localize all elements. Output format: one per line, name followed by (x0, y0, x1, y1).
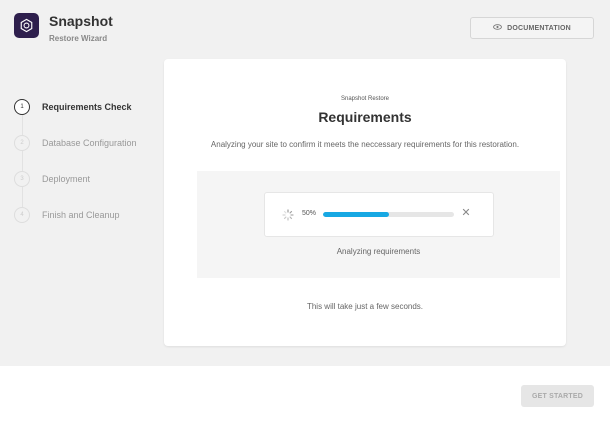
progress-bar-fill (323, 212, 389, 217)
step-label: Deployment (42, 174, 91, 184)
snapshot-logo-icon (14, 13, 39, 38)
step-finish-and-cleanup: 4 Finish and Cleanup (14, 207, 154, 243)
requirements-card: Snapshot Restore Requirements Analyzing … (164, 59, 566, 346)
card-kicker: Snapshot Restore (340, 96, 390, 102)
step-number: 2 (14, 135, 30, 151)
app-title: Snapshot (49, 13, 113, 29)
step-deployment: 3 Deployment (14, 171, 154, 207)
step-label: Requirements Check (42, 102, 132, 112)
progress-bar (323, 212, 454, 217)
progress-area: 50% ✕ Analyzing requirements (197, 171, 560, 278)
step-number: 4 (14, 207, 30, 223)
card-footer-note: This will take just a few seconds. (306, 302, 424, 311)
step-connector (21, 187, 23, 207)
documentation-button[interactable]: DOCUMENTATION (470, 17, 594, 39)
step-requirements-check: 1 Requirements Check (14, 99, 154, 135)
wizard-steps: 1 Requirements Check 2 Database Configur… (14, 99, 154, 243)
card-description: Analyzing your site to confirm it meets … (210, 140, 520, 149)
card-title: Requirements (318, 109, 412, 125)
step-number: 1 (14, 99, 30, 115)
wizard-body: Snapshot Restore Wizard DOCUMENTATION 1 … (0, 0, 610, 366)
progress-box: 50% ✕ (264, 192, 494, 237)
progress-status: Analyzing requirements (336, 247, 421, 256)
eye-icon (493, 24, 503, 32)
cancel-icon[interactable]: ✕ (460, 206, 472, 220)
progress-percent: 50% (302, 210, 317, 217)
step-number: 3 (14, 171, 30, 187)
get-started-button[interactable]: GET STARTED (521, 385, 594, 407)
loading-spinner-icon (282, 208, 294, 221)
wizard-footer (0, 366, 610, 425)
documentation-label: DOCUMENTATION (507, 24, 571, 32)
step-connector (21, 151, 23, 171)
step-database-configuration: 2 Database Configuration (14, 135, 154, 171)
step-label: Finish and Cleanup (42, 210, 120, 220)
step-connector (21, 115, 23, 135)
step-label: Database Configuration (42, 138, 137, 148)
app-subtitle: Restore Wizard (49, 34, 108, 43)
